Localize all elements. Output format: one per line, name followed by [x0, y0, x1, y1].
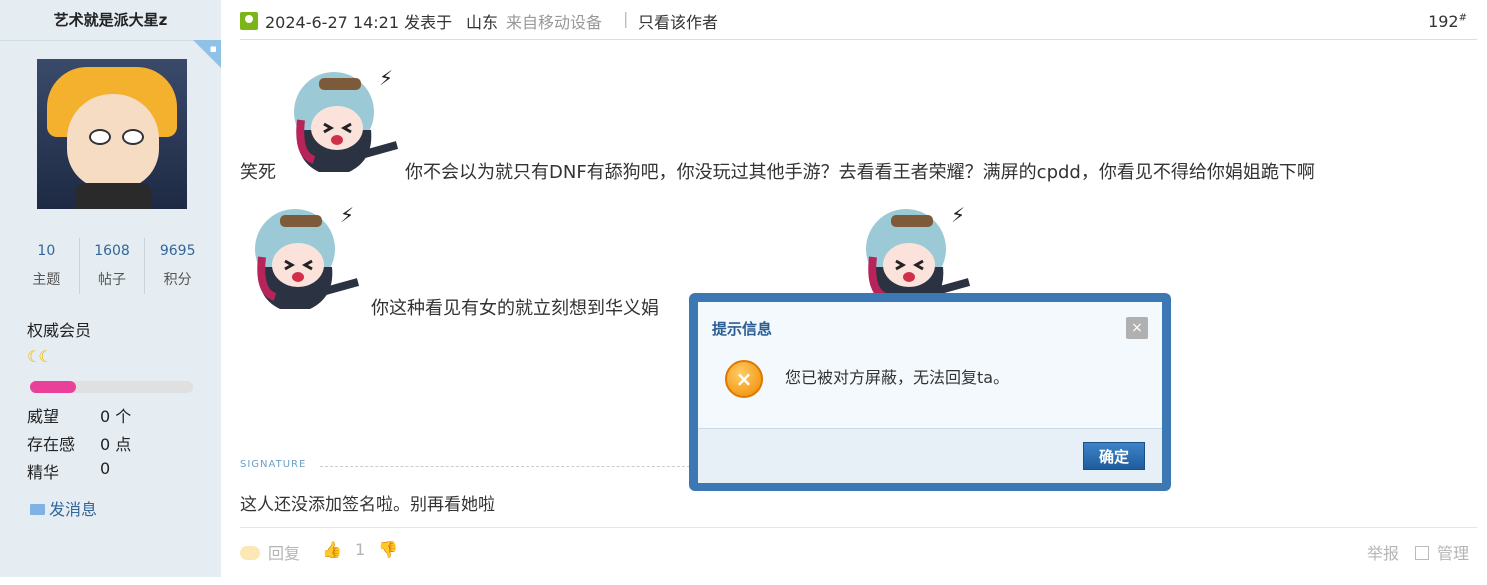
signature-divider [320, 466, 700, 467]
signature-text: 这人还没添加签名啦。别再看她啦 [240, 495, 495, 515]
signature-label: SIGNATURE [240, 459, 307, 470]
android-icon: ▪ [209, 42, 217, 55]
svg-text:⚡: ⚡ [951, 203, 965, 227]
envelope-icon [30, 504, 45, 515]
only-author-link[interactable]: 只看该作者 [638, 9, 718, 33]
user-group[interactable]: 权威会员 [27, 317, 91, 341]
level-progress-bar [30, 381, 193, 393]
send-message-link[interactable]: 发消息 [30, 496, 97, 520]
post-location: 山东 [466, 13, 499, 32]
post-text-line2: 你这种看见有女的就立刻想到华义娟 [371, 298, 659, 319]
alert-dialog-body: 提示信息 × × 您已被对方屏蔽，无法回复ta。 确定 [698, 302, 1162, 483]
dialog-footer: 确定 [698, 428, 1162, 483]
stat-threads[interactable]: 10 主题 [14, 238, 80, 294]
checkbox-icon[interactable] [1415, 546, 1429, 560]
dialog-message: 您已被对方屏蔽，无法回复ta。 [785, 368, 1010, 387]
attr-digest: 精华 0 [27, 459, 111, 482]
floor-number[interactable]: 192# [1428, 12, 1467, 31]
alert-dialog: 提示信息 × × 您已被对方屏蔽，无法回复ta。 确定 [689, 293, 1171, 491]
stat-points[interactable]: 9695 积分 [145, 238, 210, 294]
error-icon: × [725, 360, 763, 398]
stat-posts[interactable]: 1608 帖子 [80, 238, 146, 294]
report-link[interactable]: 举报 [1367, 540, 1399, 564]
thumbs-up-icon: 👍 [322, 540, 342, 559]
dialog-title: 提示信息 [712, 320, 773, 338]
svg-text:⚡: ⚡ [379, 66, 393, 90]
author-sidebar: 艺术就是派大星z ▪ 10 主题 1608 帖子 9695 积分 权威会员 ☾☾… [0, 0, 221, 577]
thumbs-down-icon[interactable]: 👎 [378, 540, 398, 559]
online-status-icon [240, 12, 258, 30]
svg-text:⚡: ⚡ [340, 203, 354, 227]
author-stats: 10 主题 1608 帖子 9695 积分 [14, 238, 210, 294]
post-text-line1: 你不会以为就只有DNF有舔狗吧，你没玩过其他手游？去看看王者荣耀？满屏的cpdd… [405, 162, 1315, 183]
header-separator: | [623, 9, 629, 28]
manage-checkbox[interactable]: 管理 [1415, 540, 1469, 564]
post-device[interactable]: 来自移动设备 [506, 9, 602, 33]
post-text-prefix: 笑死 [240, 162, 276, 183]
sticker-image: ⚡ [294, 66, 399, 172]
author-name[interactable]: 艺术就是派大星z [0, 0, 221, 41]
level-moon-icon: ☾☾ [27, 347, 53, 366]
avatar[interactable] [37, 59, 187, 209]
reply-icon [240, 546, 260, 560]
sticker-image: ⚡ [255, 203, 360, 309]
reply-button[interactable]: 回复 [240, 540, 300, 564]
post-date: 2024-6-27 14:21 发表于 [265, 13, 453, 32]
like-button[interactable]: 👍 1 👎 [322, 540, 398, 559]
footer-divider [240, 527, 1477, 528]
confirm-button[interactable]: 确定 [1083, 442, 1145, 470]
post-header: 2024-6-27 14:21 发表于 山东 来自移动设备 | 只看该作者 19… [240, 0, 1477, 40]
attr-presence: 存在感 0 点 [27, 435, 132, 454]
level-progress-fill [30, 381, 76, 393]
close-icon[interactable]: × [1126, 317, 1148, 339]
attr-prestige: 威望 0 个 [27, 407, 132, 426]
